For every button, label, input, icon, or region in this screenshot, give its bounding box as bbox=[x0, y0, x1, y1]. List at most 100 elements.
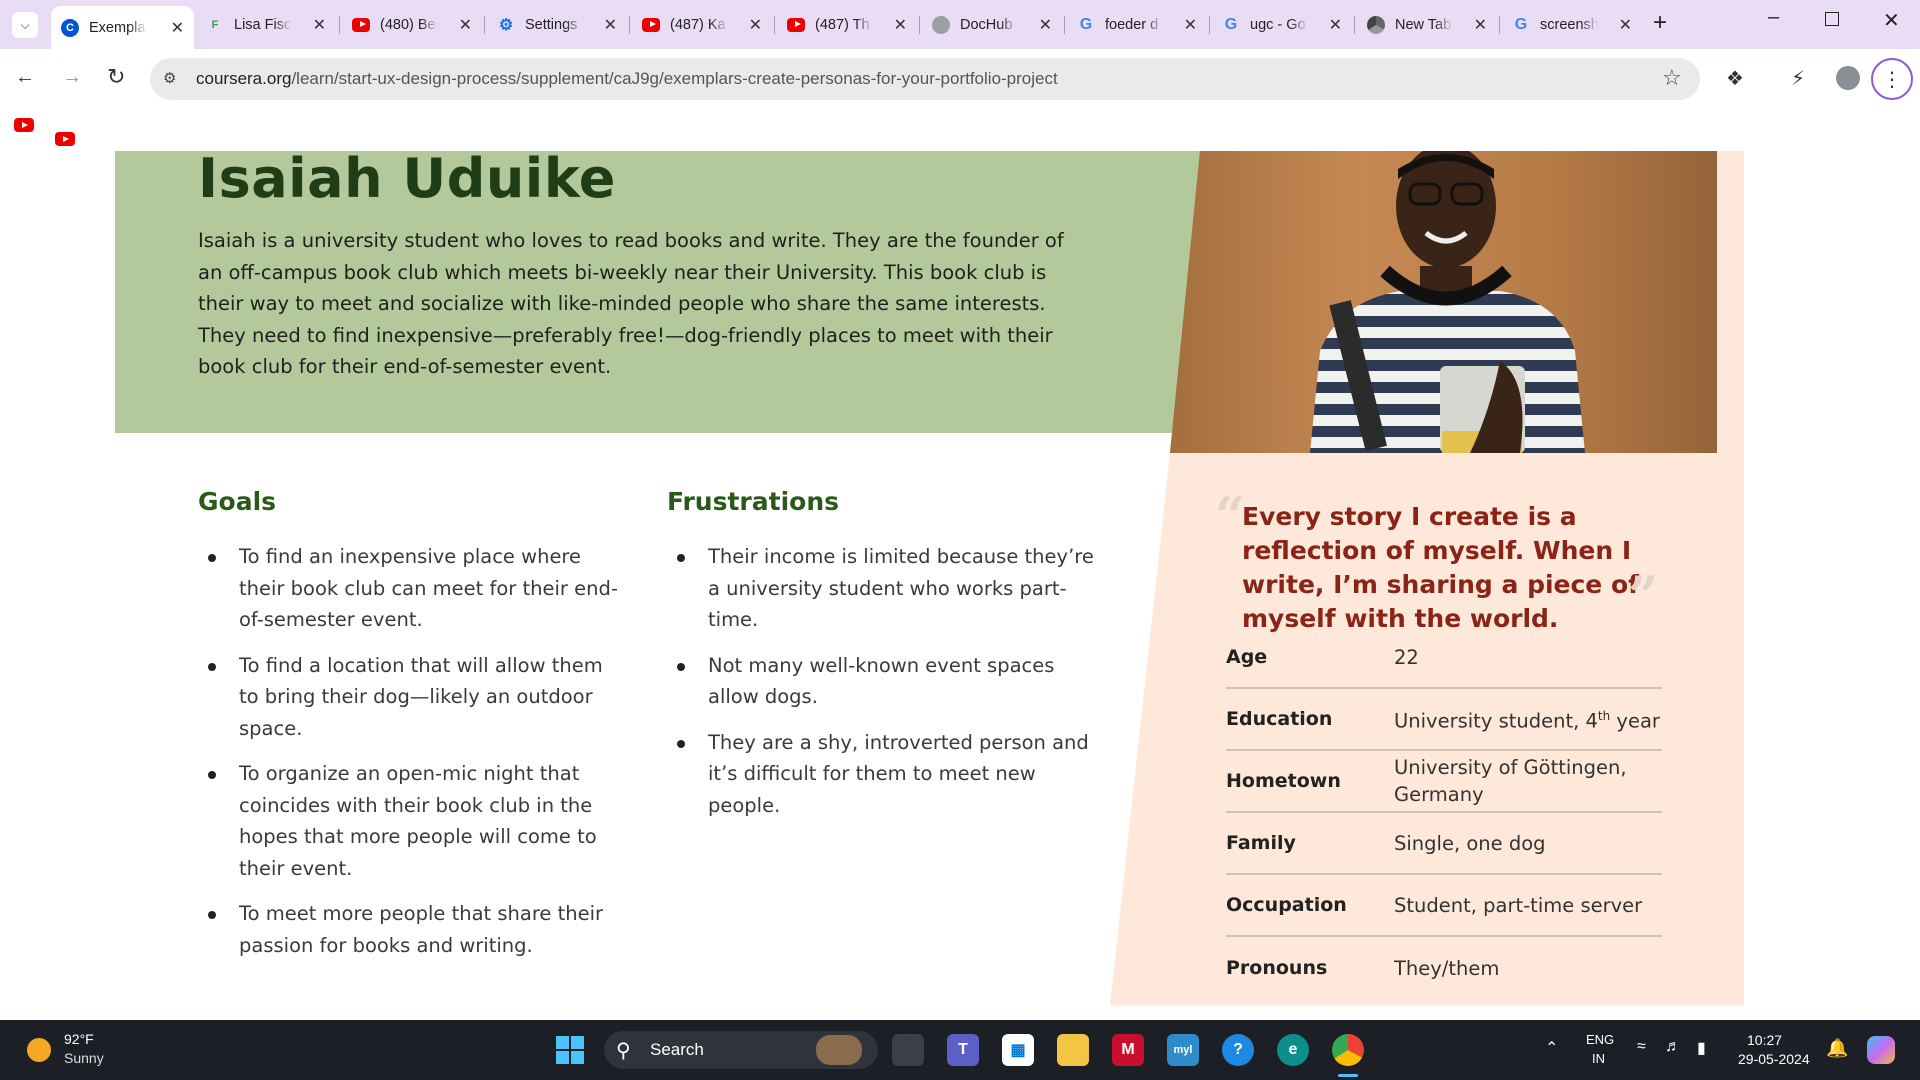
wifi-icon[interactable]: ≈ bbox=[1637, 1038, 1646, 1056]
list-item: To organize an open-mic night that coinc… bbox=[198, 758, 628, 884]
close-window-icon[interactable]: ✕ bbox=[1883, 8, 1900, 33]
tab-separator bbox=[1354, 16, 1355, 34]
tab[interactable]: (480) Be ✕ bbox=[342, 8, 482, 41]
clock-time[interactable]: 10:27 bbox=[1747, 1032, 1782, 1048]
goals-list: To find an inexpensive place where their… bbox=[198, 541, 628, 975]
google-icon: G bbox=[1224, 15, 1238, 33]
minimize-icon[interactable]: – bbox=[1768, 6, 1779, 29]
close-tab-icon[interactable]: ✕ bbox=[1039, 15, 1052, 35]
battery-icon[interactable]: ▮ bbox=[1697, 1038, 1706, 1058]
tab-separator bbox=[629, 16, 630, 34]
google-icon: G bbox=[1514, 15, 1528, 33]
tab[interactable]: (487) Ka ✕ bbox=[632, 8, 772, 41]
panel-edge bbox=[1717, 151, 1744, 453]
facts-table: Age 22 Education University student, 4th y… bbox=[1226, 627, 1662, 999]
url-text[interactable]: coursera.org/learn/start-ux-design-proce… bbox=[196, 69, 1058, 89]
back-icon[interactable]: ← bbox=[15, 66, 35, 89]
weather-temp[interactable]: 92°F bbox=[64, 1031, 94, 1047]
frustrations-heading: Frustrations bbox=[667, 487, 840, 516]
reload-icon[interactable]: ↻ bbox=[107, 64, 125, 90]
clock-date[interactable]: 29-05-2024 bbox=[1738, 1051, 1810, 1067]
tab[interactable]: C Exemplars ✕ bbox=[51, 6, 194, 49]
fact-row-pronouns: Pronouns They/them bbox=[1226, 937, 1662, 999]
chrome-menu-icon[interactable]: ⋮ bbox=[1871, 58, 1913, 100]
notification-bell-icon[interactable]: 🔔 bbox=[1826, 1038, 1848, 1059]
tab[interactable]: New Tab ✕ bbox=[1357, 8, 1497, 41]
tab-title: DocHub bbox=[960, 16, 1013, 33]
close-tab-icon[interactable]: ✕ bbox=[1619, 15, 1632, 35]
chrome-icon bbox=[1367, 15, 1385, 34]
forward-icon[interactable]: → bbox=[62, 66, 82, 89]
performance-icon[interactable]: ⚡ bbox=[1791, 66, 1805, 90]
education-value: University student, 4 bbox=[1394, 709, 1598, 733]
tab-title: ugc - Go bbox=[1250, 16, 1306, 33]
volume-icon[interactable]: ♬ bbox=[1665, 1038, 1681, 1056]
close-tab-icon[interactable]: ✕ bbox=[1184, 15, 1197, 35]
tab[interactable]: Gugc - Go ✕ bbox=[1212, 8, 1352, 41]
profile-avatar[interactable] bbox=[1836, 66, 1860, 90]
youtube-icon bbox=[787, 16, 805, 34]
store-icon[interactable]: ▦ bbox=[1002, 1034, 1034, 1066]
list-item: They are a shy, introverted person and i… bbox=[667, 727, 1107, 822]
lang-bottom[interactable]: IN bbox=[1592, 1051, 1605, 1066]
close-tab-icon[interactable]: ✕ bbox=[459, 15, 472, 35]
tab-title: foeder d bbox=[1105, 16, 1159, 33]
google-icon: G bbox=[1079, 15, 1093, 33]
close-tab-icon[interactable]: ✕ bbox=[1474, 15, 1487, 35]
lang-top[interactable]: ENG bbox=[1586, 1032, 1614, 1047]
list-item: Not many well-known event spaces allow d… bbox=[667, 650, 1107, 713]
task-view-icon[interactable] bbox=[892, 1034, 924, 1066]
close-tab-icon[interactable]: ✕ bbox=[894, 15, 907, 35]
fact-label: Education bbox=[1226, 708, 1333, 730]
tab[interactable]: ⚙ Settings ✕ bbox=[487, 8, 627, 41]
teams-icon[interactable]: T bbox=[947, 1034, 979, 1066]
file-explorer-icon[interactable] bbox=[1057, 1034, 1089, 1066]
persona-figure bbox=[1170, 151, 1717, 453]
list-item: To meet more people that share their pas… bbox=[198, 898, 628, 961]
tab-title: (487) Ka bbox=[670, 16, 726, 33]
tab[interactable]: (487) Th ✕ bbox=[777, 8, 917, 41]
tab-separator bbox=[484, 16, 485, 34]
tab-title: New Tab bbox=[1395, 16, 1452, 33]
copilot-icon[interactable] bbox=[1867, 1036, 1895, 1064]
weather-desc[interactable]: Sunny bbox=[64, 1050, 104, 1066]
fact-label: Age bbox=[1226, 646, 1268, 668]
persona-name: Isaiah Uduike bbox=[198, 147, 616, 210]
fact-label: Family bbox=[1226, 832, 1296, 854]
close-tab-icon[interactable]: ✕ bbox=[171, 18, 184, 38]
mcafee-icon[interactable]: M bbox=[1112, 1034, 1144, 1066]
fact-row-family: Family Single, one dog bbox=[1226, 813, 1662, 875]
persona-photo bbox=[1170, 151, 1717, 453]
fact-row-age: Age 22 bbox=[1226, 627, 1662, 689]
mylic-icon[interactable]: myl bbox=[1167, 1034, 1199, 1066]
close-tab-icon[interactable]: ✕ bbox=[604, 15, 617, 35]
tab[interactable]: Gscreensh ✕ bbox=[1502, 8, 1642, 41]
close-tab-icon[interactable]: ✕ bbox=[313, 15, 326, 35]
youtube-bookmark-icon[interactable] bbox=[14, 118, 34, 132]
sun-icon[interactable] bbox=[27, 1038, 51, 1062]
youtube-bookmark-icon[interactable] bbox=[55, 132, 75, 146]
bookmark-star-icon[interactable]: ☆ bbox=[1662, 66, 1682, 91]
list-item: To find a location that will allow them … bbox=[198, 650, 628, 745]
close-tab-icon[interactable]: ✕ bbox=[749, 15, 762, 35]
restore-icon[interactable] bbox=[1825, 12, 1839, 26]
new-tab-button[interactable]: + bbox=[1653, 9, 1667, 37]
tab[interactable]: DocHub ✕ bbox=[922, 8, 1062, 41]
tab-search-button[interactable]: ⌵ bbox=[12, 12, 38, 38]
site-info-icon[interactable]: ⚙ bbox=[163, 69, 176, 87]
tab-separator bbox=[1064, 16, 1065, 34]
help-icon[interactable]: ? bbox=[1222, 1034, 1254, 1066]
extensions-icon[interactable]: ❖ bbox=[1726, 66, 1744, 90]
tab-title: Exemplars bbox=[89, 19, 147, 36]
frustrations-list: Their income is limited because they’re … bbox=[667, 541, 1107, 835]
tab[interactable]: F Lisa Fischer ✕ bbox=[196, 8, 336, 41]
chrome-icon[interactable] bbox=[1332, 1034, 1364, 1066]
chevron-up-icon[interactable]: ⌃ bbox=[1545, 1038, 1558, 1058]
fact-value: University of Göttingen, Germany bbox=[1394, 756, 1627, 806]
globe-icon bbox=[932, 15, 950, 34]
windows-start-icon[interactable] bbox=[556, 1036, 584, 1064]
edge-icon[interactable]: e bbox=[1277, 1034, 1309, 1066]
close-tab-icon[interactable]: ✕ bbox=[1329, 15, 1342, 35]
tab[interactable]: Gfoeder d ✕ bbox=[1067, 8, 1207, 41]
fact-value: 22 bbox=[1394, 645, 1419, 669]
